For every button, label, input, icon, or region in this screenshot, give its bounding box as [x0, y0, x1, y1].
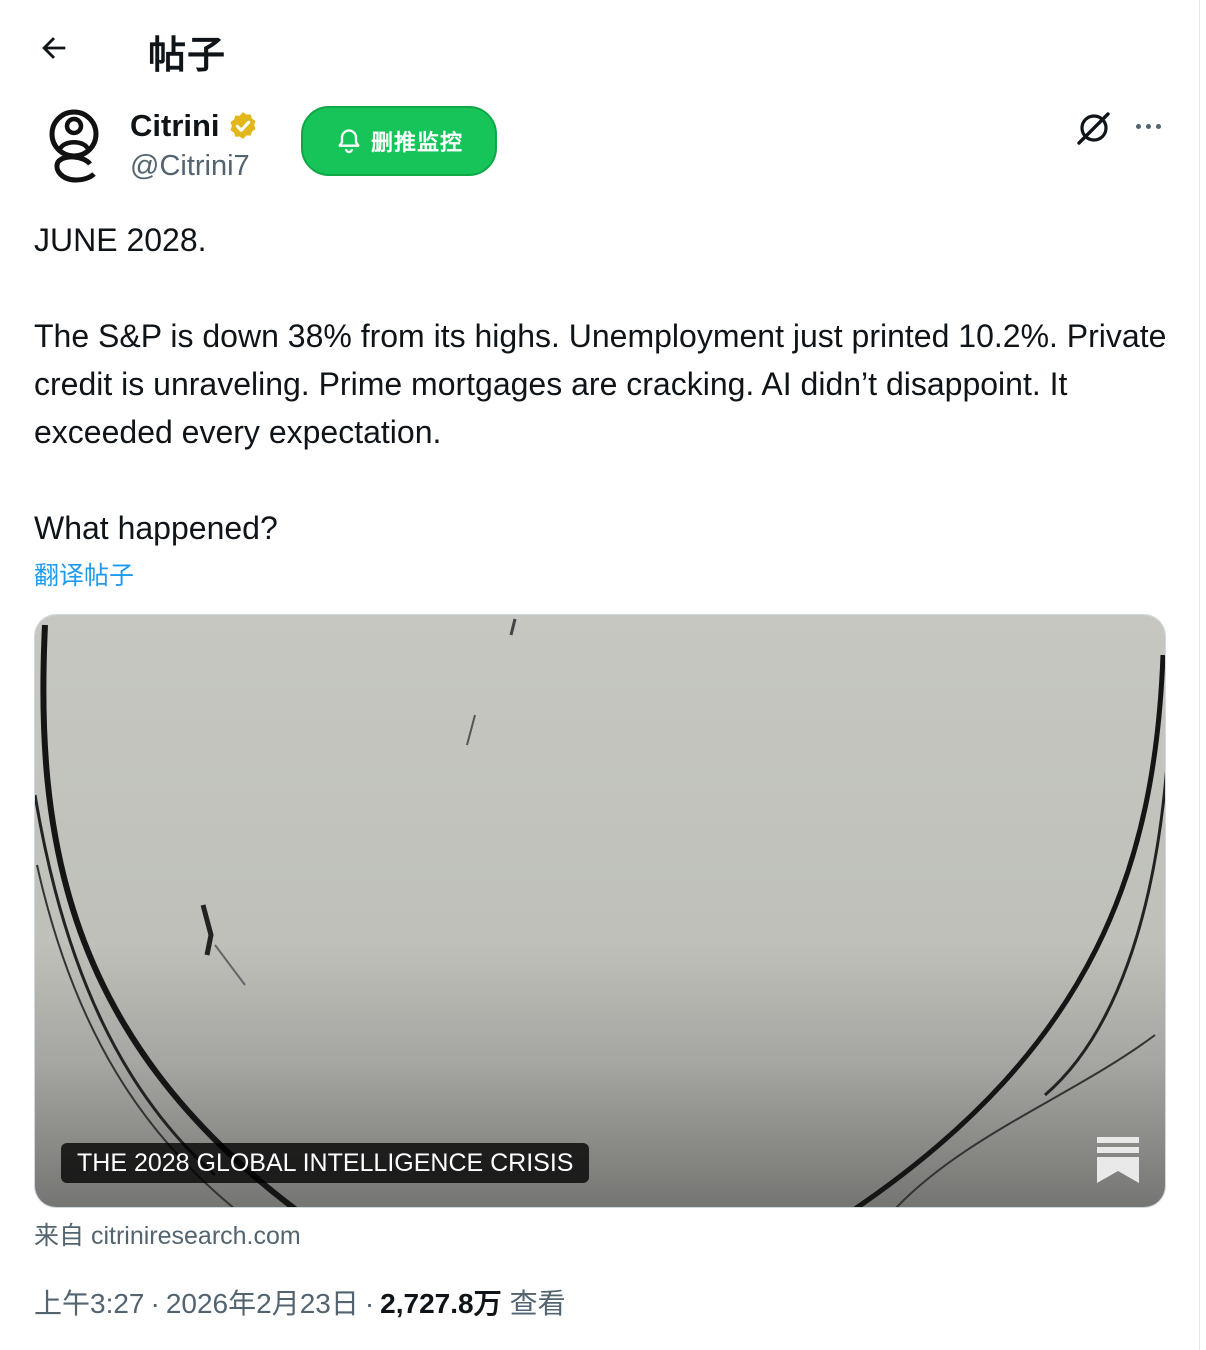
delete-monitor-label: 删推监控: [370, 131, 463, 156]
citrini-logo-icon: [34, 104, 114, 184]
more-dot: [1135, 123, 1141, 129]
translate-link[interactable]: 翻译帖子: [34, 556, 134, 592]
more-dot: [1145, 123, 1151, 129]
bell-icon: [338, 129, 360, 154]
views-label: 查看: [509, 1288, 566, 1319]
page-title: 帖子: [148, 33, 227, 77]
author-name[interactable]: Citrini: [130, 108, 220, 144]
tweet-text: JUNE 2028. The S&P is down 38% from its …: [34, 216, 1174, 552]
separator-dot: ·: [364, 1288, 375, 1319]
tweet-line-1: JUNE 2028.: [34, 222, 207, 258]
link-card[interactable]: THE 2028 GLOBAL INTELLIGENCE CRISIS: [34, 614, 1166, 1208]
more-dot: [1155, 123, 1161, 129]
more-icon[interactable]: [1128, 110, 1168, 142]
delete-monitor-button[interactable]: 删推监控: [301, 106, 497, 176]
tweet-paragraph-2: The S&P is down 38% from its highs. Unem…: [34, 318, 1167, 450]
separator-dot: ·: [150, 1288, 160, 1319]
verified-badge-icon: [230, 112, 256, 140]
tweet-paragraph-3: What happened?: [34, 510, 278, 546]
tweet-meta: 上午3:27 · 2026年2月23日 · 2,727.8万 查看: [34, 1282, 566, 1322]
grok-icon[interactable]: [1074, 108, 1114, 148]
column-border: [1199, 0, 1200, 1350]
back-button[interactable]: [30, 28, 78, 68]
card-caption: THE 2028 GLOBAL INTELLIGENCE CRISIS: [61, 1143, 590, 1183]
tweet-date[interactable]: 2026年2月23日: [166, 1282, 359, 1322]
author-handle[interactable]: @Citrini7: [130, 150, 250, 183]
back-arrow-icon: [42, 37, 66, 59]
card-image: [35, 615, 1165, 1207]
link-source[interactable]: 来自 citriniresearch.com: [34, 1216, 301, 1252]
top-bar: 帖子: [0, 0, 1198, 96]
substack-bookmark-icon: [1097, 1137, 1139, 1183]
tweet-time[interactable]: 上午3:27: [34, 1282, 145, 1322]
view-count: 2,727.8万: [380, 1288, 502, 1319]
avatar[interactable]: [34, 104, 114, 184]
